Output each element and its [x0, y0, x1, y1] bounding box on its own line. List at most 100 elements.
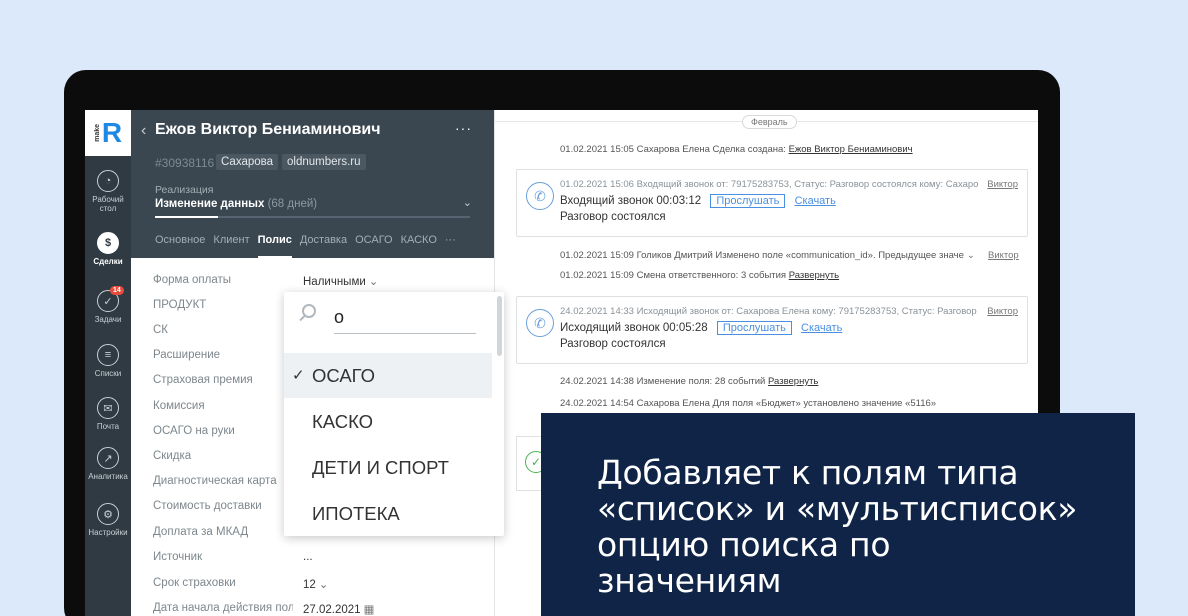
rail-item-tasks[interactable]: ✓ 14 Задачи — [85, 286, 131, 324]
event-deal-created: 01.02.2021 15:05 Сахарова Елена Сделка с… — [560, 144, 913, 155]
dropdown-option-kasko[interactable]: КАСКО — [284, 399, 492, 444]
deals-icon: $ — [97, 232, 119, 254]
call-meta: 01.02.2021 15:06 Входящий звонок от: 791… — [560, 179, 978, 190]
chevron-down-icon: ⌄ — [368, 276, 379, 288]
call-status: Разговор состоялся — [560, 338, 666, 350]
incoming-call-icon: ✆ — [526, 182, 554, 210]
field-value: 27.02.2021 — [303, 604, 361, 616]
rail-item-deals[interactable]: $ Сделки — [85, 232, 131, 266]
search-icon — [302, 304, 316, 318]
dropdown-search-input[interactable] — [334, 302, 476, 334]
back-chevron-icon[interactable]: ‹ — [141, 122, 146, 140]
deal-title: Ежов Виктор Бениаминович — [155, 121, 381, 138]
event-text: 01.02.2021 15:09 Голиков Дмитрий Изменен… — [560, 250, 964, 261]
dropdown-option-mortgage[interactable]: ИПОТЕКА — [284, 491, 492, 536]
nav-rail: make R ◔ Рабочий стол $ Сделки ✓ 14 Зада… — [85, 110, 131, 616]
listen-button[interactable]: Прослушать — [710, 194, 786, 208]
dropdown-scrollbar[interactable] — [497, 296, 502, 356]
listen-button[interactable]: Прослушать — [716, 321, 792, 335]
tab-osago[interactable]: ОСАГО — [355, 234, 393, 258]
product-dropdown: ✓ ОСАГО КАСКО ДЕТИ И СПОРТ ИПОТЕКА — [284, 292, 504, 536]
rail-item-mail[interactable]: ✉ Почта — [85, 397, 131, 431]
app-logo: make R — [85, 110, 131, 156]
policy-start-date[interactable]: 27.02.2021 ▦ — [303, 602, 374, 616]
chevron-down-icon[interactable]: ⌄ — [463, 196, 472, 209]
stage-progress-fill — [155, 216, 218, 218]
tab-kasko[interactable]: КАСКО — [401, 234, 437, 258]
rail-label-tasks: Задачи — [94, 315, 122, 324]
field-label: ОСАГО на руки — [153, 425, 235, 437]
dropdown-option-kids-sport[interactable]: ДЕТИ И СПОРТ — [284, 445, 492, 490]
tab-client[interactable]: Клиент — [213, 234, 249, 258]
tab-delivery[interactable]: Доставка — [300, 234, 347, 258]
option-label: ДЕТИ И СПОРТ — [312, 457, 449, 478]
rail-item-lists[interactable]: ≡ Списки — [85, 344, 131, 378]
calendar-icon: ▦ — [363, 604, 375, 616]
call-user-link[interactable]: Виктор — [987, 179, 1018, 190]
payment-form-select[interactable]: Наличными ⌄ — [303, 274, 378, 288]
download-link[interactable]: Скачать — [801, 322, 842, 334]
promo-banner: Добавляет к полям типа «список» и «мульт… — [541, 413, 1135, 616]
tab-more[interactable]: ··· — [445, 234, 456, 258]
rail-item-analytics[interactable]: ↗ Аналитика — [85, 447, 131, 481]
rail-label-lists: Списки — [94, 369, 122, 378]
month-marker: Февраль — [742, 115, 797, 129]
tab-policy[interactable]: Полис — [257, 234, 292, 258]
dropdown-option-osago[interactable]: ✓ ОСАГО — [284, 353, 492, 398]
rail-label-analytics: Аналитика — [88, 472, 128, 481]
source-field[interactable]: ... — [303, 551, 313, 563]
field-label: Срок страховки — [153, 577, 236, 589]
rail-item-settings[interactable]: ⚙ Настройки — [85, 503, 131, 537]
event-user-link[interactable]: Виктор — [988, 250, 1019, 261]
field-label: ПРОДУКТ — [153, 299, 207, 311]
pipeline-label: Реализация — [155, 184, 214, 196]
settings-icon: ⚙ — [97, 503, 119, 525]
rail-label-dashboard: Рабочий стол — [92, 195, 124, 213]
outgoing-call-icon: ✆ — [526, 309, 554, 337]
field-label: Стоимость доставки — [153, 500, 262, 512]
call-user-link[interactable]: Виктор — [987, 306, 1018, 317]
rail-label-mail: Почта — [96, 422, 120, 431]
call-title-row: Исходящий звонок 00:05:28 Прослушать Ска… — [560, 321, 842, 335]
event-text: 01.02.2021 15:05 Сахарова Елена Сделка с… — [560, 144, 789, 155]
dashboard-icon: ◔ — [97, 170, 119, 192]
tab-main[interactable]: Основное — [155, 234, 205, 258]
field-label: Доплата за МКАД — [153, 526, 249, 538]
deal-header: ‹ Ежов Виктор Бениаминович ··· #30938116… — [131, 110, 494, 258]
stage-progress — [155, 216, 470, 218]
stage-select[interactable]: Изменение данных (68 дней) — [155, 198, 317, 210]
stage-days: (68 дней) — [267, 198, 318, 210]
rail-item-dashboard[interactable]: ◔ Рабочий стол — [85, 170, 131, 213]
expand-link[interactable]: Развернуть — [768, 376, 818, 387]
field-label: СК — [153, 324, 169, 336]
mail-icon: ✉ — [97, 397, 119, 419]
deal-more-button[interactable]: ··· — [455, 120, 472, 136]
analytics-icon: ↗ — [97, 447, 119, 469]
rail-label-deals: Сделки — [93, 257, 123, 266]
call-title: Входящий звонок 00:03:12 — [560, 195, 702, 207]
lists-icon: ≡ — [97, 344, 119, 366]
call-status: Разговор состоялся — [560, 211, 666, 223]
field-label: Форма оплаты — [153, 274, 232, 286]
event-fields-changed: 24.02.2021 14:38 Изменение поля: 28 собы… — [560, 376, 818, 387]
field-label: Дата начала действия поли — [153, 602, 293, 614]
promo-line-3: опцию поиска по значениям — [597, 525, 891, 600]
outgoing-call-card: ✆ 24.02.2021 14:33 Исходящий звонок от: … — [516, 296, 1028, 364]
tag-source[interactable]: oldnumbers.ru — [282, 154, 366, 170]
event-budget-set: 24.02.2021 14:54 Сахарова Елена Для поля… — [560, 398, 937, 409]
promo-line-1: Добавляет к полям типа — [597, 453, 1019, 492]
option-label: ОСАГО — [312, 365, 376, 386]
tag-manager[interactable]: Сахарова — [216, 154, 279, 170]
chevron-down-icon[interactable]: ⌄ — [967, 250, 975, 261]
call-title-row: Входящий звонок 00:03:12 Прослушать Скач… — [560, 194, 836, 208]
contact-link[interactable]: Ежов Виктор Бениаминович — [789, 144, 913, 155]
stage-name: Изменение данных — [155, 198, 265, 210]
download-link[interactable]: Скачать — [795, 195, 836, 207]
field-label: Источник — [153, 551, 203, 563]
rail-label-settings: Настройки — [88, 528, 128, 537]
option-label: ИПОТЕКА — [312, 503, 400, 524]
option-label: КАСКО — [312, 411, 374, 432]
field-label: Диагностическая карта — [153, 475, 277, 487]
insurance-term-select[interactable]: 12 ⌄ — [303, 577, 328, 591]
expand-link[interactable]: Развернуть — [789, 270, 839, 281]
